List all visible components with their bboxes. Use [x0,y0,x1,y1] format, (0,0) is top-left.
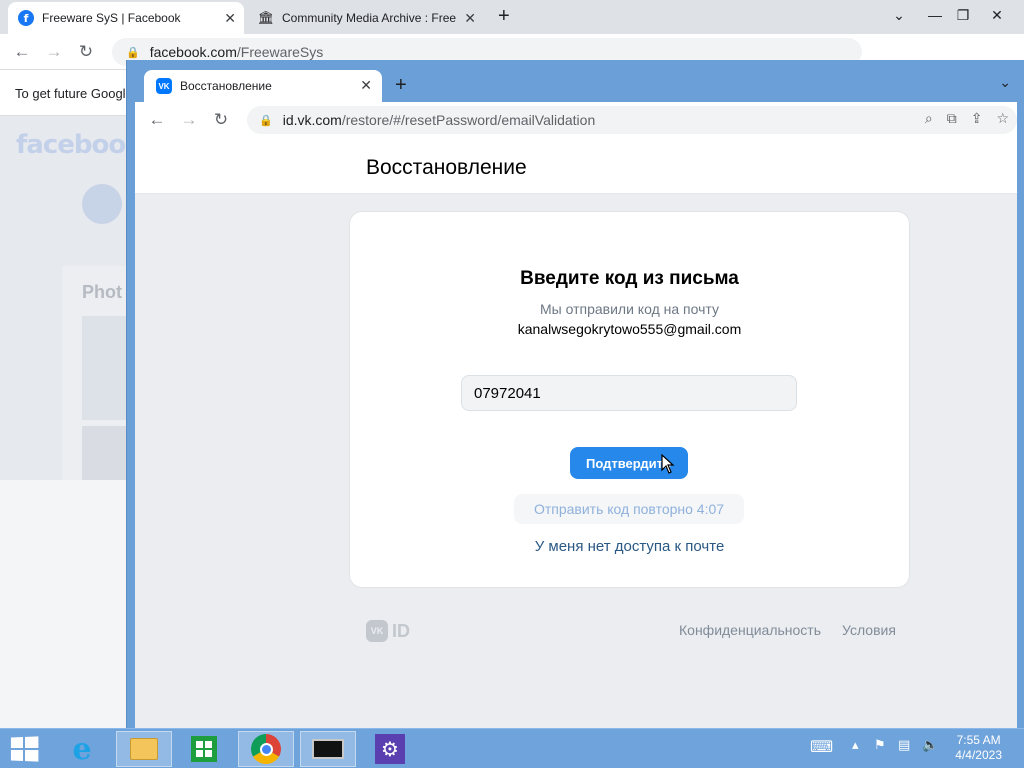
tab-archive[interactable]: 🏛 Community Media Archive : Free ✕ [248,2,484,34]
tab-title: Восстановление [180,79,272,93]
close-window-button[interactable]: ✕ [980,0,1014,30]
chevron-down-icon[interactable]: ⌄ [999,74,1011,91]
vk-page: Восстановление Введите код из письма Мы … [135,138,1017,728]
address-bar[interactable]: 🔒 id.vk.com/restore/#/resetPassword/emai… [247,106,1017,134]
resend-code-button[interactable]: Отправить код повторно 4:07 [514,494,744,524]
mouse-cursor-icon [661,454,675,474]
page-background [0,480,130,728]
clock[interactable]: 7:55 AM 4/4/2023 [955,733,1002,763]
archive-icon: 🏛 [257,10,275,25]
facebook-logo: facebook [16,130,143,160]
chevron-up-icon[interactable]: ▴ [852,737,859,753]
front-tab-strip: VK Восстановление ✕ + ⌄ [127,60,1024,102]
privacy-link[interactable]: Конфиденциальность [679,622,821,638]
info-bar: To get future Google [0,70,130,116]
code-input[interactable]: 07972041 [461,375,797,411]
new-tab-button[interactable]: + [395,74,407,97]
no-email-access-link[interactable]: У меня нет доступа к почте [350,538,909,555]
bookmark-star-icon[interactable]: ☆ [996,110,1009,127]
translate-icon[interactable]: ⧉ [947,110,957,127]
network-icon[interactable]: ▤ [898,737,910,753]
photos-heading: Phot [82,282,122,302]
restore-button[interactable]: ❐ [946,0,980,30]
forward-button[interactable]: → [42,40,66,64]
page-header: Восстановление [135,138,1017,194]
clock-time: 7:55 AM [956,733,1001,747]
file-explorer-icon[interactable] [116,731,172,767]
back-button[interactable]: ← [10,40,34,64]
terminal-icon[interactable] [300,731,356,767]
avatar[interactable] [82,184,122,224]
tab-facebook[interactable]: f Freeware SyS | Facebook ✕ [8,2,244,34]
share-icon[interactable]: ⇪ [971,110,983,127]
lock-icon: 🔒 [259,114,273,127]
vk-id-text: ID [392,620,410,641]
tab-title: Community Media Archive : Free [282,11,457,25]
forward-button[interactable]: → [177,108,201,132]
vk-browser-window: VK Восстановление ✕ + ⌄ ← → ↻ 🔒 id.vk.co… [126,60,1024,728]
settings-icon[interactable]: ⚙ [362,731,418,767]
terms-link[interactable]: Условия [842,622,896,638]
clock-date: 4/4/2023 [955,748,1002,762]
url-domain: facebook.com [149,44,237,60]
url-path: /FreewareSys [236,44,324,60]
search-icon[interactable]: ⌕ [925,110,933,127]
email-address: kanalwsegokrytowo555@gmail.com [517,321,742,337]
front-toolbar: ← → ↻ 🔒 id.vk.com/restore/#/resetPasswor… [135,102,1017,138]
store-icon[interactable] [176,731,232,767]
reload-button[interactable]: ↻ [209,108,233,132]
keyboard-icon[interactable]: ⌨ [810,737,833,757]
start-button[interactable] [10,736,39,762]
page-title: Восстановление [366,156,527,179]
card-subtitle: Мы отправили код на почту [540,301,719,317]
close-icon[interactable]: ✕ [360,77,372,94]
photo-thumbnail[interactable] [82,316,130,420]
internet-explorer-icon[interactable]: e [54,731,110,767]
back-tab-strip: f Freeware SyS | Facebook ✕ 🏛 Community … [0,0,1024,34]
taskbar: e ⚙ ⌨ ▴ ⚑ ▤ 🔈 7:55 AM 4/4/2023 [0,728,1024,768]
tab-search-button[interactable]: ⌄ [882,0,916,30]
card-heading: Введите код из письма [520,268,739,289]
verification-card: Введите код из письма Мы отправили код н… [350,212,909,587]
vk-id-logo[interactable]: VK ID [366,620,410,642]
volume-icon[interactable]: 🔈 [922,737,938,753]
action-center-icon[interactable]: ⚑ [874,737,886,753]
url-path: /restore/#/resetPassword/emailValidation [341,112,596,128]
vk-icon: VK [156,78,172,94]
tab-title: Freeware SyS | Facebook [42,11,181,25]
tab-vk-restore[interactable]: VK Восстановление ✕ [144,70,382,102]
facebook-icon: f [18,10,34,26]
close-icon[interactable]: ✕ [464,10,476,27]
chrome-icon[interactable] [238,731,294,767]
back-button[interactable]: ← [145,108,169,132]
vk-logo-badge: VK [366,620,388,642]
lock-icon: 🔒 [126,46,140,59]
close-icon[interactable]: ✕ [224,10,236,27]
new-tab-button[interactable]: + [498,5,510,28]
url-domain: id.vk.com [282,112,342,128]
reload-button[interactable]: ↻ [74,40,98,64]
